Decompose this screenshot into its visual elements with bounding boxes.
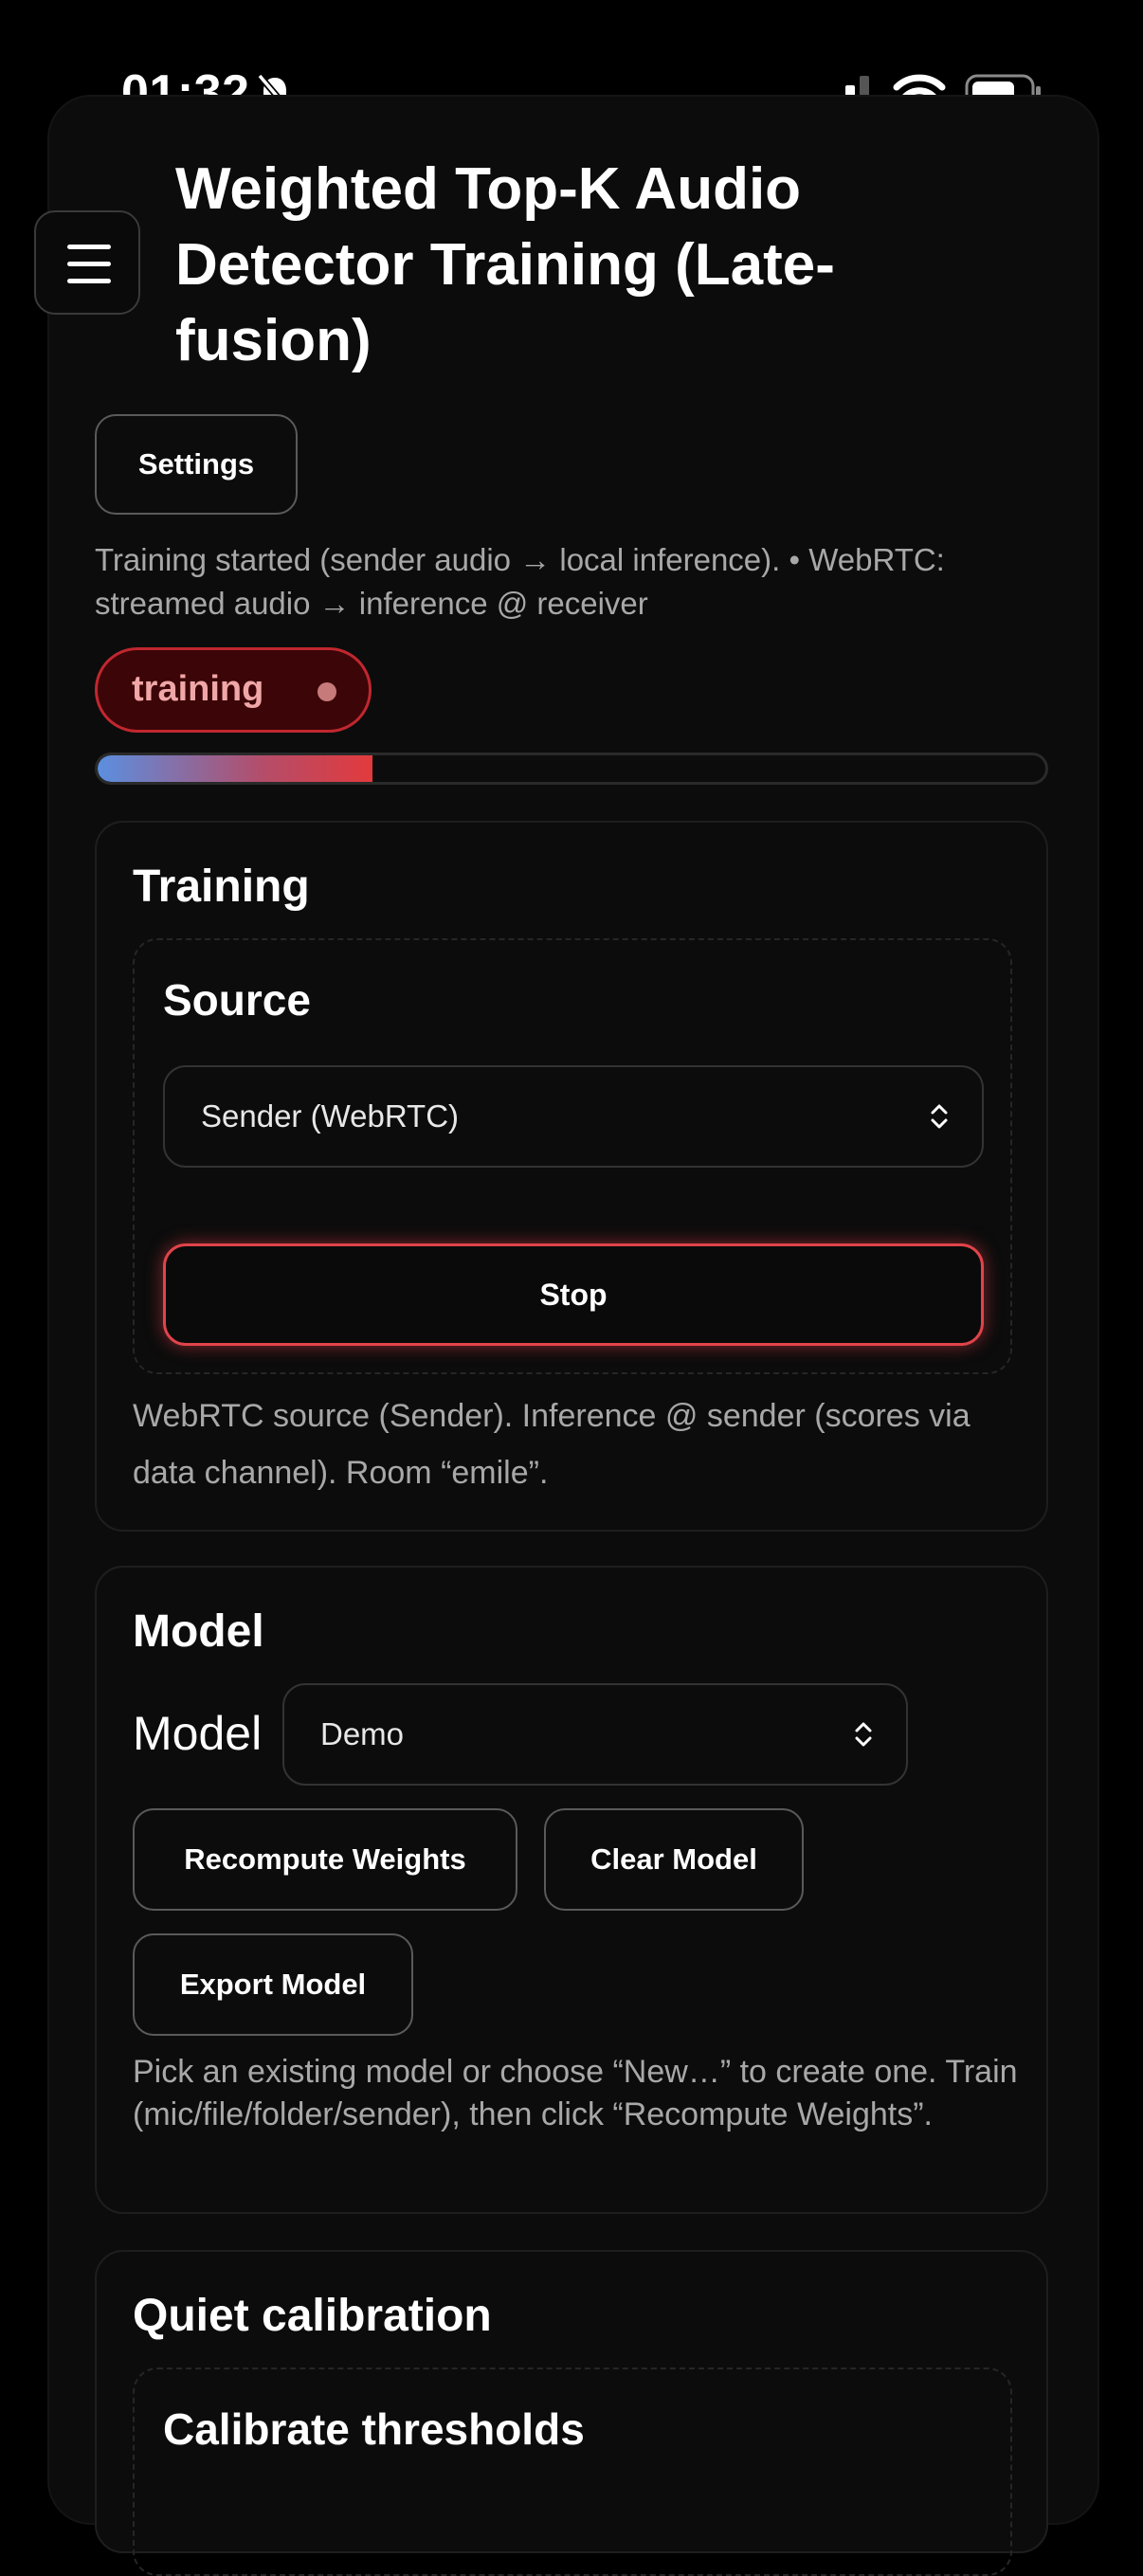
source-section-title: Source xyxy=(163,975,311,1025)
menu-button[interactable] xyxy=(34,210,140,315)
training-card-title: Training xyxy=(133,862,310,912)
status-badge: training xyxy=(95,647,372,733)
model-select-value: Demo xyxy=(320,1716,405,1751)
model-label: Model xyxy=(133,1707,263,1760)
quiet-calibration-title: Quiet calibration xyxy=(133,2291,492,2341)
progress-fill xyxy=(98,755,372,782)
source-select[interactable]: Sender (WebRTC) xyxy=(163,1065,984,1168)
stop-button[interactable]: Stop xyxy=(163,1243,984,1346)
training-card: Training Source Sender (WebRTC) Stop Web… xyxy=(95,821,1048,1532)
export-model-button[interactable]: Export Model xyxy=(133,1933,413,2036)
status-badge-label: training xyxy=(132,669,264,709)
chevron-up-down-icon xyxy=(855,1722,872,1747)
model-select[interactable]: Demo xyxy=(282,1683,908,1786)
calibrate-thresholds-section: Calibrate thresholds xyxy=(133,2367,1012,2576)
model-help-text: Pick an existing model or choose “New…” … xyxy=(133,2054,1018,2132)
page-title: Weighted Top-K Audio Detector Training (… xyxy=(175,156,835,373)
hamburger-menu-icon xyxy=(67,245,111,249)
recompute-weights-button[interactable]: Recompute Weights xyxy=(133,1808,517,1911)
status-dot-icon xyxy=(318,682,336,701)
calibrate-thresholds-title: Calibrate thresholds xyxy=(163,2404,585,2454)
settings-button[interactable]: Settings xyxy=(95,414,298,515)
model-card-title: Model xyxy=(133,1606,264,1657)
source-select-value: Sender (WebRTC) xyxy=(201,1098,460,1134)
clear-model-button[interactable]: Clear Model xyxy=(544,1808,804,1911)
training-help-text: WebRTC source (Sender). Inference @ send… xyxy=(133,1398,971,1491)
source-section: Source Sender (WebRTC) Stop xyxy=(133,938,1012,1374)
progress-bar xyxy=(95,753,1048,785)
chevron-up-down-icon xyxy=(931,1104,948,1129)
status-message: Training started (sender audio → local i… xyxy=(95,542,945,621)
quiet-calibration-card: Quiet calibration Calibrate thresholds xyxy=(95,2250,1048,2576)
model-card: Model Model Demo Recompute Weights Clear… xyxy=(95,1566,1048,2214)
